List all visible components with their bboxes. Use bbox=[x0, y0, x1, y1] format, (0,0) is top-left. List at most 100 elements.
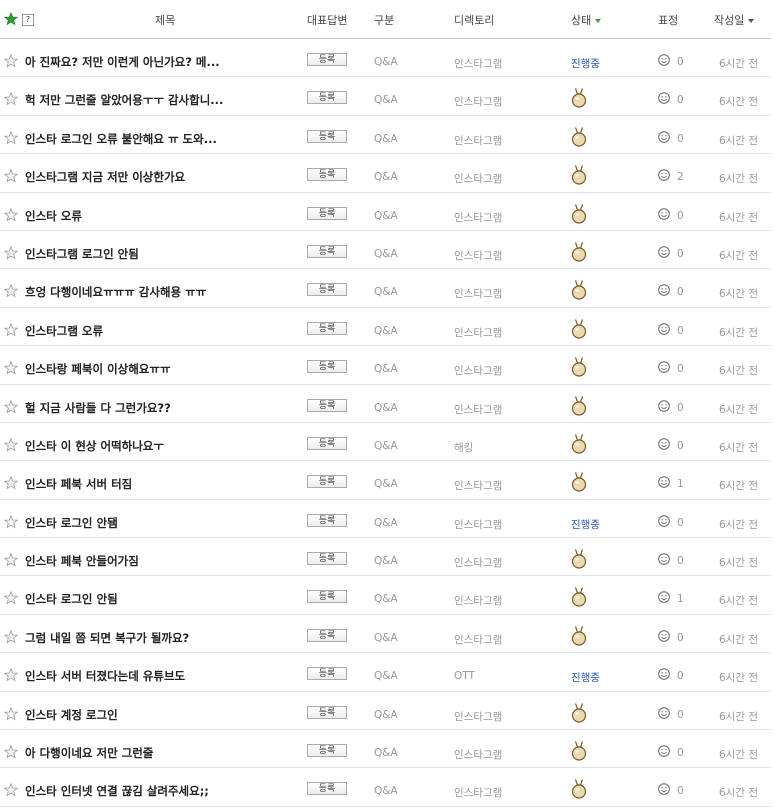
star-outline-icon[interactable] bbox=[4, 553, 18, 567]
question-title-link[interactable]: 인스타 페북 안들어가짐 bbox=[25, 553, 139, 569]
question-title-link[interactable]: 인스타그램 로그인 안됨 bbox=[25, 246, 139, 262]
question-title-link[interactable]: 인스타 로그인 오류 불안해요 ㅠ 도와... bbox=[25, 131, 217, 147]
register-rep-answer-button[interactable]: 등록 bbox=[307, 129, 347, 143]
star-outline-icon[interactable] bbox=[4, 591, 18, 605]
directory-link[interactable]: 인스타그램 bbox=[454, 363, 502, 378]
register-rep-answer-button[interactable]: 등록 bbox=[307, 667, 347, 681]
star-outline-icon[interactable] bbox=[4, 476, 18, 490]
star-filled-icon[interactable] bbox=[4, 12, 18, 26]
column-status-sort[interactable]: 상태 bbox=[571, 12, 602, 28]
register-rep-answer-button[interactable]: 등록 bbox=[307, 321, 347, 335]
question-title-link[interactable]: 인스타 서버 터졌다는데 유튜브도 bbox=[25, 668, 185, 684]
posted-time: 6시간 전 bbox=[719, 480, 758, 493]
directory-link[interactable]: 인스타그램 bbox=[454, 593, 502, 608]
directory-link[interactable]: 인스타그램 bbox=[454, 478, 502, 493]
star-outline-icon[interactable] bbox=[4, 361, 18, 375]
help-icon[interactable]: ? bbox=[22, 14, 34, 26]
question-title-link[interactable]: 인스타 계정 로그인 bbox=[25, 707, 118, 723]
reaction-count: 1 bbox=[677, 593, 684, 606]
smiley-icon bbox=[658, 130, 670, 143]
question-title-link[interactable]: 인스타그램 지금 저만 이상한가요 bbox=[25, 169, 185, 185]
directory-link[interactable]: OTT bbox=[454, 670, 475, 682]
star-outline-icon[interactable] bbox=[4, 245, 18, 260]
star-outline-icon[interactable] bbox=[4, 745, 18, 759]
question-title-link[interactable]: 인스타 이 현상 어떡하나요ㅜ bbox=[25, 438, 164, 454]
star-outline-icon[interactable] bbox=[4, 169, 18, 183]
star-outline-icon[interactable] bbox=[4, 207, 18, 222]
question-row: 인스타 이 현상 어떡하나요ㅜ 등록 Q&A 해킹 0 6시간 전 bbox=[0, 423, 771, 462]
register-rep-answer-button[interactable]: 등록 bbox=[307, 744, 347, 758]
smiley-icon bbox=[658, 476, 670, 489]
star-outline-icon[interactable] bbox=[4, 130, 18, 145]
status-text: 진행중 bbox=[571, 518, 600, 531]
register-rep-answer-button[interactable]: 등록 bbox=[307, 552, 347, 566]
question-title-link[interactable]: 인스타그램 오류 bbox=[25, 323, 103, 339]
star-outline-icon[interactable] bbox=[4, 706, 18, 721]
star-outline-icon[interactable] bbox=[4, 668, 18, 682]
star-outline-icon[interactable] bbox=[4, 514, 18, 529]
directory-link[interactable]: 인스타그램 bbox=[454, 210, 502, 225]
directory-link[interactable]: 인스타그램 bbox=[454, 747, 502, 762]
directory-link[interactable]: 인스타그램 bbox=[454, 555, 502, 570]
directory-link[interactable]: 인스타그램 bbox=[454, 785, 502, 800]
directory-link[interactable]: 인스타그램 bbox=[454, 248, 502, 263]
register-rep-answer-button[interactable]: 등록 bbox=[307, 53, 347, 66]
directory-link[interactable]: 인스타그램 bbox=[454, 286, 502, 301]
directory-link[interactable]: 인스타그램 bbox=[454, 56, 502, 71]
star-outline-icon[interactable] bbox=[4, 284, 18, 298]
register-rep-answer-button[interactable]: 등록 bbox=[307, 398, 347, 412]
star-outline-icon[interactable] bbox=[4, 629, 18, 644]
star-outline-icon[interactable] bbox=[4, 54, 18, 68]
smiley-icon bbox=[658, 668, 670, 681]
register-rep-answer-button[interactable]: 등록 bbox=[307, 705, 347, 719]
star-outline-icon[interactable] bbox=[4, 399, 18, 414]
register-rep-answer-button[interactable]: 등록 bbox=[307, 283, 347, 297]
directory-link[interactable]: 인스타그램 bbox=[454, 94, 502, 109]
posted-time: 6시간 전 bbox=[719, 518, 758, 531]
register-rep-answer-button[interactable]: 등록 bbox=[307, 436, 347, 450]
register-rep-answer-button[interactable]: 등록 bbox=[307, 168, 347, 182]
question-title-link[interactable]: 인스타 로그인 안됌 bbox=[25, 515, 118, 531]
register-rep-answer-button[interactable]: 등록 bbox=[307, 782, 347, 796]
register-rep-answer-button[interactable]: 등록 bbox=[307, 590, 347, 604]
directory-link[interactable]: 인스타그램 bbox=[454, 325, 502, 340]
question-title-link[interactable]: 인스타 인터넷 연결 끊김 살려주세요;; bbox=[25, 783, 209, 799]
status-text: 진행중 bbox=[571, 58, 600, 70]
directory-link[interactable]: 인스타그램 bbox=[454, 709, 502, 724]
column-date-label: 작성일 bbox=[714, 14, 745, 27]
register-rep-answer-button[interactable]: 등록 bbox=[307, 244, 347, 258]
register-rep-answer-button[interactable]: 등록 bbox=[307, 360, 347, 374]
directory-link[interactable]: 해킹 bbox=[454, 440, 473, 455]
column-date-sort[interactable]: 작성일 bbox=[714, 12, 755, 28]
medal-icon bbox=[571, 242, 587, 262]
question-title-link[interactable]: 아 다행이네요 저만 그런줄 bbox=[25, 745, 153, 761]
posted-time: 6시간 전 bbox=[719, 211, 758, 224]
reaction-count: 0 bbox=[677, 363, 684, 376]
star-outline-icon[interactable] bbox=[4, 437, 18, 452]
directory-link[interactable]: 인스타그램 bbox=[454, 171, 502, 186]
question-title-link[interactable]: 인스타 로그인 안됨 bbox=[25, 591, 118, 607]
star-outline-icon[interactable] bbox=[4, 322, 18, 337]
register-rep-answer-button[interactable]: 등록 bbox=[307, 628, 347, 642]
register-rep-answer-button[interactable]: 등록 bbox=[307, 513, 347, 527]
question-title-link[interactable]: 인스타랑 페북이 이상해요ㅠㅠ bbox=[25, 361, 171, 377]
register-rep-answer-button[interactable]: 등록 bbox=[307, 206, 347, 220]
directory-link[interactable]: 인스타그램 bbox=[454, 517, 502, 532]
question-row: 인스타 오류 등록 Q&A 인스타그램 0 6시간 전 bbox=[0, 193, 771, 231]
directory-link[interactable]: 인스타그램 bbox=[454, 402, 502, 417]
question-row: 인스타그램 오류 등록 Q&A 인스타그램 0 6시간 전 bbox=[0, 308, 771, 347]
question-title-link[interactable]: 아 진짜요? 저만 이런게 아닌가요? 메... bbox=[25, 54, 220, 70]
directory-link[interactable]: 인스타그램 bbox=[454, 632, 502, 647]
question-title-link[interactable]: 인스타 페북 서버 터짐 bbox=[25, 476, 132, 492]
register-rep-answer-button[interactable]: 등록 bbox=[307, 91, 347, 105]
register-rep-answer-button[interactable]: 등록 bbox=[307, 475, 347, 489]
question-title-link[interactable]: 헐 지금 사람들 다 그런가요?? bbox=[25, 400, 171, 416]
question-row: 인스타 서버 터졌다는데 유튜브도 등록 Q&A OTT 진행중 0 6시간 전 bbox=[0, 653, 771, 692]
question-title-link[interactable]: 인스타 오류 bbox=[25, 208, 82, 224]
directory-link[interactable]: 인스타그램 bbox=[454, 133, 502, 148]
question-title-link[interactable]: 그럼 내일 쯤 되면 복구가 될까요? bbox=[25, 630, 189, 646]
question-title-link[interactable]: 흐엉 다행이네요ㅠㅠㅠ 감사해용 ㅠㅠ bbox=[25, 284, 206, 300]
star-outline-icon[interactable] bbox=[4, 783, 18, 797]
question-title-link[interactable]: 헉 저만 그런줄 알았어용ㅜㅜ 감사합니... bbox=[25, 92, 223, 108]
star-outline-icon[interactable] bbox=[4, 92, 18, 106]
